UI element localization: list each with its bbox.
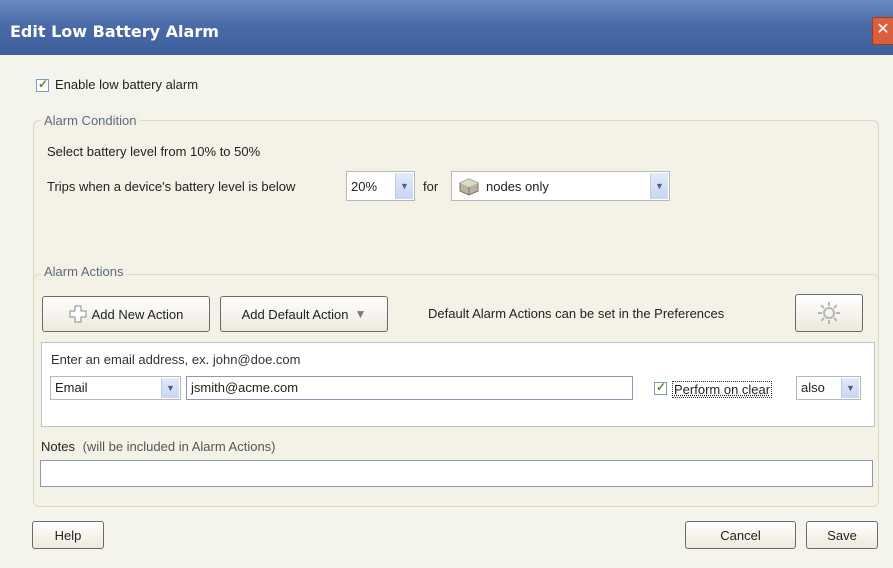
- preferences-button[interactable]: [795, 294, 863, 332]
- alarm-condition-legend: Alarm Condition: [41, 113, 140, 128]
- battery-level-value: 20%: [351, 179, 378, 194]
- battery-range-hint: Select battery level from 10% to 50%: [47, 144, 261, 159]
- chevron-down-icon: ▼: [650, 173, 668, 199]
- chevron-down-icon: ▼: [161, 378, 179, 398]
- gear-icon: [818, 302, 840, 324]
- help-button[interactable]: Help: [32, 521, 104, 549]
- save-label: Save: [827, 527, 857, 543]
- notes-sub-label: (will be included in Alarm Actions): [82, 439, 276, 454]
- title-bar: Edit Low Battery Alarm ✕: [0, 0, 893, 55]
- cancel-label: Cancel: [720, 527, 761, 543]
- for-label: for: [423, 179, 439, 194]
- email-hint: Enter an email address, ex. john@doe.com: [51, 352, 301, 367]
- node-cube-icon: [459, 178, 479, 199]
- clear-mode-value: also: [801, 380, 825, 395]
- action-type-value: Email: [55, 380, 88, 395]
- close-button[interactable]: ✕: [872, 17, 893, 45]
- enable-alarm-checkbox[interactable]: ✓: [36, 77, 49, 92]
- email-value: jsmith@acme.com: [191, 380, 299, 395]
- help-label: Help: [54, 527, 82, 543]
- caret-down-icon: ▼: [354, 307, 367, 321]
- close-icon: ✕: [876, 21, 890, 38]
- chevron-down-icon: ▼: [395, 173, 413, 199]
- add-new-action-label: Add New Action: [91, 306, 184, 322]
- checkmark-icon: ✓: [656, 380, 667, 394]
- preferences-hint: Default Alarm Actions can be set in the …: [428, 306, 725, 321]
- add-default-action-button[interactable]: Add Default Action ▼: [220, 296, 388, 332]
- save-button[interactable]: Save: [806, 521, 878, 549]
- enable-alarm-label: Enable low battery alarm: [55, 77, 199, 92]
- battery-level-select[interactable]: 20% ▼: [346, 171, 415, 201]
- perform-on-clear-label: Perform on clear: [672, 381, 773, 398]
- action-type-select[interactable]: Email ▼: [50, 376, 181, 400]
- notes-label: Notes (will be included in Alarm Actions…: [41, 439, 276, 454]
- plus-icon: [69, 305, 87, 323]
- cancel-button[interactable]: Cancel: [685, 521, 796, 549]
- trips-label: Trips when a device's battery level is b…: [47, 179, 296, 194]
- notes-title: Notes: [41, 439, 75, 454]
- device-type-value: nodes only: [486, 179, 549, 194]
- chevron-down-icon: ▼: [841, 378, 859, 398]
- perform-on-clear-checkbox[interactable]: ✓: [654, 380, 667, 395]
- add-new-action-button[interactable]: Add New Action: [42, 296, 210, 332]
- dialog-body: ✓ Enable low battery alarm Alarm Conditi…: [0, 55, 893, 568]
- add-default-action-label: Add Default Action: [241, 306, 349, 322]
- window-title: Edit Low Battery Alarm: [10, 22, 219, 41]
- checkmark-icon: ✓: [38, 77, 49, 91]
- alarm-actions-legend: Alarm Actions: [41, 264, 127, 279]
- notes-input[interactable]: [40, 460, 873, 487]
- clear-mode-select[interactable]: also ▼: [796, 376, 861, 400]
- device-type-select[interactable]: nodes only ▼: [451, 171, 670, 201]
- email-input[interactable]: jsmith@acme.com: [186, 376, 633, 400]
